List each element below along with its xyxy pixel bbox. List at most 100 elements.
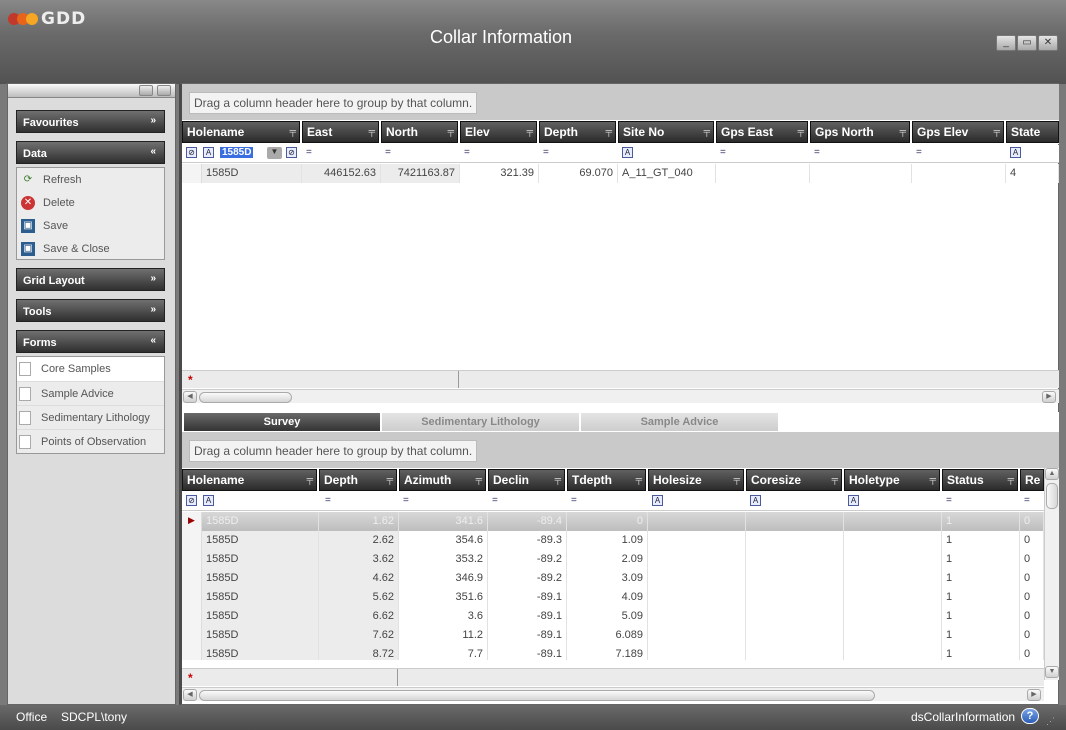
cell-holesize[interactable] [648, 645, 746, 660]
cell-re[interactable]: 0 [1020, 569, 1044, 588]
filter-equals-icon[interactable]: = [916, 147, 922, 161]
cell-coresize[interactable] [746, 645, 844, 660]
col-header-holename[interactable]: Holename ╤ [182, 469, 317, 491]
pin-icon[interactable]: ╤ [448, 126, 454, 136]
cell-declin[interactable]: -89.4 [488, 512, 567, 531]
filter-equals-icon[interactable]: = [543, 147, 549, 161]
scroll-thumb[interactable] [199, 392, 292, 403]
pin-icon[interactable]: ╤ [369, 126, 375, 136]
cell-depth[interactable]: 1.62 [319, 512, 399, 531]
cell-depth[interactable]: 4.62 [319, 569, 399, 588]
survey-row[interactable]: 1585D 3.62 353.2 -89.2 2.09 1 0 [182, 550, 1044, 569]
cell-status[interactable]: 1 [942, 512, 1020, 531]
cell-holetype[interactable] [844, 569, 942, 588]
pin-icon[interactable]: ╤ [290, 126, 296, 136]
pin-icon[interactable]: ╤ [606, 126, 612, 136]
col-header-elev[interactable]: Elev ╤ [460, 121, 537, 143]
scroll-thumb[interactable] [199, 690, 875, 701]
cell-azimuth[interactable]: 3.6 [399, 607, 488, 626]
cell-tdepth[interactable]: 0 [567, 512, 648, 531]
cell-coresize[interactable] [746, 569, 844, 588]
cell-status[interactable]: 1 [942, 569, 1020, 588]
survey-horizontal-scrollbar[interactable]: ◀ ▶ [182, 687, 1044, 701]
cell-holename[interactable]: 1585D [202, 607, 319, 626]
delete-item[interactable]: ✕ Delete [17, 191, 164, 214]
filter-equals-icon[interactable]: = [946, 495, 952, 509]
filter-dropdown-button[interactable]: ▼ [267, 147, 282, 159]
cell-elev[interactable]: 321.39 [460, 164, 539, 183]
col-header-depth[interactable]: Depth ╤ [539, 121, 616, 143]
survey-group-panel[interactable]: Drag a column header here to group by th… [182, 432, 1059, 468]
filter-text-icon[interactable]: A [622, 147, 636, 161]
pin-icon[interactable]: ╤ [307, 474, 313, 484]
row-selector[interactable] [182, 550, 202, 569]
scroll-right-button[interactable]: ▶ [1042, 391, 1056, 403]
cell-holename[interactable]: 1585D [202, 550, 319, 569]
cell-holetype[interactable] [844, 512, 942, 531]
cell-azimuth[interactable]: 351.6 [399, 588, 488, 607]
scroll-up-button[interactable]: ▲ [1045, 468, 1059, 480]
pin-icon[interactable]: ╤ [900, 126, 906, 136]
cell-re[interactable]: 0 [1020, 645, 1044, 660]
cell-azimuth[interactable]: 7.7 [399, 645, 488, 660]
minimize-button[interactable]: _ [996, 35, 1016, 51]
cell-azimuth[interactable]: 354.6 [399, 531, 488, 550]
pin-icon[interactable]: ╤ [734, 474, 740, 484]
cell-re[interactable]: 0 [1020, 607, 1044, 626]
cell-declin[interactable]: -89.2 [488, 569, 567, 588]
cell-depth[interactable]: 2.62 [319, 531, 399, 550]
collar-horizontal-scrollbar[interactable]: ◀ ▶ [182, 389, 1059, 403]
filter-text-icon[interactable]: A [203, 495, 217, 509]
col-header-gps-north[interactable]: Gps North ╤ [810, 121, 910, 143]
cell-site-no[interactable]: A_11_GT_040 [618, 164, 716, 183]
scroll-thumb[interactable] [1046, 483, 1058, 509]
cell-tdepth[interactable]: 3.09 [567, 569, 648, 588]
cell-azimuth[interactable]: 341.6 [399, 512, 488, 531]
filter-text-icon[interactable]: A [203, 147, 217, 161]
cell-re[interactable]: 0 [1020, 531, 1044, 550]
pin-icon[interactable]: ╤ [930, 474, 936, 484]
pin-icon[interactable]: ╤ [832, 474, 838, 484]
cell-depth[interactable]: 7.62 [319, 626, 399, 645]
col-header-coresize[interactable]: Coresize ╤ [746, 469, 842, 491]
cell-east[interactable]: 446152.63 [302, 164, 381, 183]
cell-re[interactable]: 0 [1020, 550, 1044, 569]
scroll-down-button[interactable]: ▼ [1045, 666, 1059, 678]
tab-sedimentary-lithology[interactable]: Sedimentary Lithology [382, 413, 579, 431]
cell-status[interactable]: 1 [942, 550, 1020, 569]
survey-new-row[interactable]: * [182, 668, 1044, 686]
survey-row[interactable]: 1585D 4.62 346.9 -89.2 3.09 1 0 [182, 569, 1044, 588]
cell-holename[interactable]: 1585D [202, 164, 302, 183]
col-header-east[interactable]: East ╤ [302, 121, 379, 143]
tab-survey[interactable]: Survey [184, 413, 380, 431]
cell-tdepth[interactable]: 7.189 [567, 645, 648, 660]
cell-holetype[interactable] [844, 550, 942, 569]
cell-declin[interactable]: -89.1 [488, 645, 567, 660]
cell-tdepth[interactable]: 2.09 [567, 550, 648, 569]
filter-equals-icon[interactable]: = [385, 147, 391, 161]
collar-group-panel[interactable]: Drag a column header here to group by th… [182, 84, 1059, 120]
filter-equals-icon[interactable]: = [464, 147, 470, 161]
survey-row[interactable]: 1585D 2.62 354.6 -89.3 1.09 1 0 [182, 531, 1044, 550]
cell-declin[interactable]: -89.1 [488, 607, 567, 626]
cell-coresize[interactable] [746, 550, 844, 569]
cell-holename[interactable]: 1585D [202, 626, 319, 645]
cell-depth[interactable]: 8.72 [319, 645, 399, 660]
col-header-status[interactable]: Status ╤ [942, 469, 1018, 491]
cell-gps-elev[interactable] [912, 164, 1006, 183]
filter-text-icon[interactable]: A [1010, 147, 1024, 161]
cell-holename[interactable]: 1585D [202, 645, 319, 660]
cell-holename[interactable]: 1585D [202, 531, 319, 550]
section-grid-layout[interactable]: Grid Layout » [16, 268, 165, 291]
cell-depth[interactable]: 5.62 [319, 588, 399, 607]
section-forms[interactable]: Forms « [16, 330, 165, 353]
form-item-points-of-observation[interactable]: Points of Observation [17, 429, 164, 453]
cell-holesize[interactable] [648, 588, 746, 607]
cell-azimuth[interactable]: 353.2 [399, 550, 488, 569]
tab-sample-advice[interactable]: Sample Advice [581, 413, 778, 431]
row-selector[interactable]: ▶ [182, 512, 202, 531]
filter-equals-icon[interactable]: = [325, 495, 331, 509]
refresh-item[interactable]: ⟳ Refresh [17, 168, 164, 191]
save-item[interactable]: ▣ Save [17, 214, 164, 237]
cell-azimuth[interactable]: 346.9 [399, 569, 488, 588]
